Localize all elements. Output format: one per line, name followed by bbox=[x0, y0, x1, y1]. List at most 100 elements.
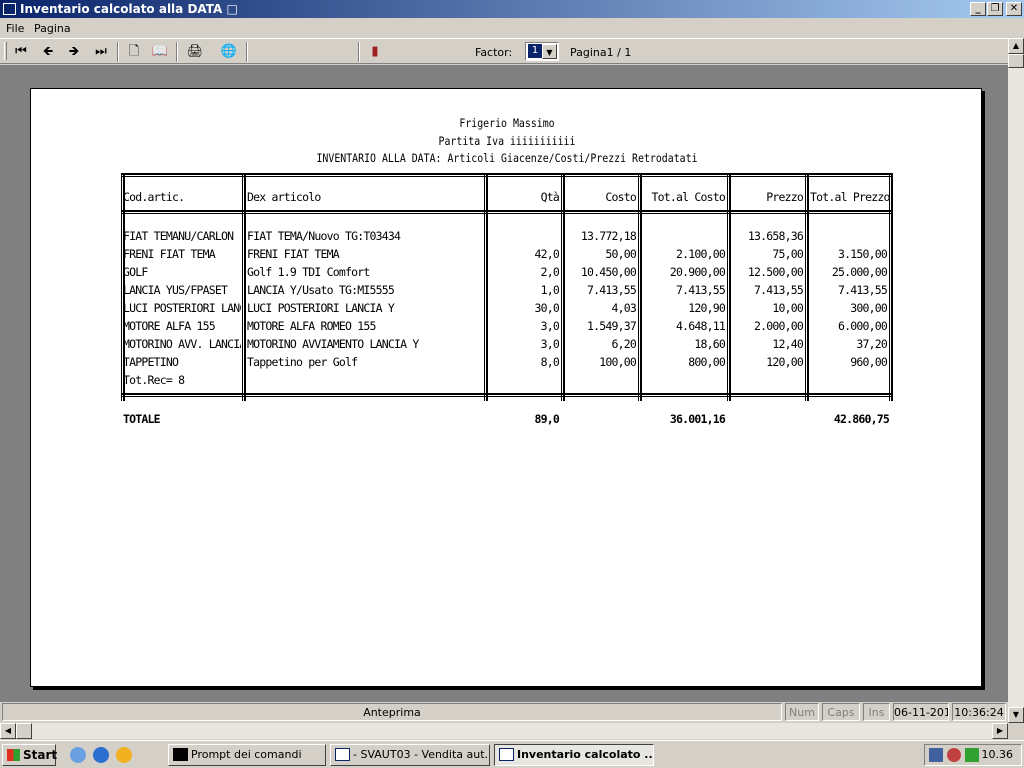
cell-desc: LANCIA Y/Usato TG:MI5555 bbox=[247, 283, 395, 297]
table-rule bbox=[889, 173, 893, 401]
cell-price: 120,00 bbox=[766, 355, 803, 369]
cell-qty: 8,0 bbox=[540, 355, 559, 369]
cell-desc: LUCI POSTERIORI LANCIA Y bbox=[247, 301, 395, 315]
cell-qty: 2,0 bbox=[540, 265, 559, 279]
scroll-thumb[interactable] bbox=[1008, 54, 1024, 68]
status-time: 10:36:24 bbox=[952, 703, 1006, 721]
toolbar: ⏮ 🡸 🡺 ⏭ 🗋 📖 🖨 🌐 ▮ Factor: 1 ▼ Pagina1 / … bbox=[0, 38, 1008, 64]
print-icon[interactable]: 🖨 bbox=[184, 42, 206, 62]
network-icon[interactable] bbox=[929, 748, 943, 762]
preview-area: Frigerio Massimo Partita Iva iiiiiiiiiii… bbox=[0, 65, 1008, 702]
cell-code: MOTORINO AVV. LANCIA bbox=[123, 337, 241, 351]
exit-door-icon[interactable]: ▮ bbox=[364, 42, 386, 62]
app-icon[interactable] bbox=[3, 3, 16, 15]
cell-tot-price: 300,00 bbox=[850, 301, 887, 315]
system-tray: 10.36 bbox=[924, 744, 1022, 766]
cell-tot-price: 37,20 bbox=[856, 337, 887, 351]
cell-price: 12,40 bbox=[772, 337, 803, 351]
title-bar: Inventario calcolato alla DATA □ _ ❐ ✕ bbox=[0, 0, 1024, 18]
cell-tot-price: 6.000,00 bbox=[838, 319, 887, 333]
total-qty: 89,0 bbox=[534, 412, 560, 426]
cell-price: 13.658,36 bbox=[747, 229, 803, 243]
scroll-thumb[interactable] bbox=[16, 723, 32, 739]
cell-tot-price: 7.413,55 bbox=[838, 283, 887, 297]
cell-cost: 1.549,37 bbox=[587, 319, 636, 333]
cell-price: 10,00 bbox=[772, 301, 803, 315]
close-button[interactable]: ✕ bbox=[1006, 2, 1022, 16]
horizontal-scrollbar[interactable]: ◀ ▶ bbox=[0, 723, 1008, 739]
cell-price: 7.413,55 bbox=[754, 283, 803, 297]
report-title: INVENTARIO ALLA DATA: Articoli Giacenze/… bbox=[316, 151, 698, 165]
export-icon[interactable]: 🌐 bbox=[218, 42, 240, 62]
tray-app-icon[interactable] bbox=[965, 748, 979, 762]
cell-qty: 3,0 bbox=[540, 337, 559, 351]
task-svaut03[interactable]: - SVAUT03 - Vendita aut... bbox=[330, 744, 490, 766]
col-header-tot-price: Tot.al Prezzo bbox=[810, 190, 890, 204]
next-page-icon[interactable]: 🡺 bbox=[63, 42, 85, 62]
window-title: Inventario calcolato alla DATA □ bbox=[20, 2, 238, 16]
cell-tot-price: 3.150,00 bbox=[838, 247, 887, 261]
two-page-icon[interactable]: 📖 bbox=[149, 42, 171, 62]
scroll-up-icon[interactable]: ▲ bbox=[1008, 38, 1024, 54]
report-table: Cod.artic. Dex articolo Qtà Costo Tot.al… bbox=[121, 173, 893, 401]
total-label: TOTALE bbox=[123, 412, 161, 426]
toolbar-grip[interactable] bbox=[4, 42, 7, 60]
page-indicator: Pagina1 / 1 bbox=[570, 46, 632, 59]
cell-tot-cost: 7.413,55 bbox=[676, 283, 725, 297]
cell-tot-cost: 800,00 bbox=[688, 355, 725, 369]
cell-cost: 13.772,18 bbox=[580, 229, 636, 243]
status-date: 06-11-2015 bbox=[893, 703, 949, 721]
windows-logo-icon bbox=[7, 749, 20, 761]
cell-cost: 50,00 bbox=[605, 247, 636, 261]
col-header-qty: Qtà bbox=[540, 190, 560, 204]
table-rule bbox=[484, 173, 488, 401]
table-rule bbox=[242, 173, 246, 401]
menu-file[interactable]: File bbox=[6, 22, 24, 35]
menu-pagina[interactable]: Pagina bbox=[34, 22, 71, 35]
restore-button[interactable]: ❐ bbox=[987, 2, 1003, 16]
start-button[interactable]: Start bbox=[2, 744, 58, 766]
factor-label: Factor: bbox=[475, 46, 513, 59]
start-label: Start bbox=[23, 748, 58, 762]
cell-tot-cost: 4.648,11 bbox=[676, 319, 725, 333]
prev-page-icon[interactable]: 🡸 bbox=[37, 42, 59, 62]
ie-icon[interactable] bbox=[93, 747, 109, 763]
scroll-right-icon[interactable]: ▶ bbox=[992, 723, 1008, 739]
vertical-scrollbar[interactable]: ▲ ▼ bbox=[1008, 38, 1024, 723]
taskbar-clock[interactable]: 10.36 bbox=[982, 748, 1014, 761]
window-icon bbox=[335, 748, 350, 761]
cell-desc: Tappetino per Golf bbox=[247, 355, 358, 369]
desktop-icon[interactable] bbox=[70, 747, 86, 763]
task-prompt[interactable]: Prompt dei comandi bbox=[168, 744, 326, 766]
total-price: 42.860,75 bbox=[833, 412, 890, 426]
col-header-price: Prezzo bbox=[766, 190, 804, 204]
status-mode: Anteprima bbox=[2, 703, 782, 721]
last-page-icon[interactable]: ⏭ bbox=[90, 42, 112, 62]
security-icon[interactable] bbox=[947, 748, 961, 762]
toolbar-separator bbox=[358, 42, 360, 62]
media-player-icon[interactable] bbox=[116, 747, 132, 763]
status-num: Num bbox=[785, 703, 819, 721]
factor-select[interactable]: 1 ▼ bbox=[525, 42, 559, 61]
minimize-button[interactable]: _ bbox=[970, 2, 986, 16]
toolbar-separator bbox=[246, 42, 248, 62]
col-header-desc: Dex articolo bbox=[247, 190, 321, 204]
cell-cost: 10.450,00 bbox=[580, 265, 636, 279]
chevron-down-icon[interactable]: ▼ bbox=[542, 44, 557, 59]
window-icon bbox=[499, 748, 514, 761]
col-header-cost: Costo bbox=[605, 190, 636, 204]
scroll-left-icon[interactable]: ◀ bbox=[0, 723, 16, 739]
taskbar: Start Prompt dei comandi - SVAUT03 - Ven… bbox=[0, 740, 1024, 768]
cell-price: 2.000,00 bbox=[754, 319, 803, 333]
cell-cost: 4,03 bbox=[611, 301, 637, 315]
cell-qty: 30,0 bbox=[534, 301, 560, 315]
scroll-down-icon[interactable]: ▼ bbox=[1008, 707, 1024, 723]
factor-value: 1 bbox=[528, 44, 542, 58]
cell-cost: 6,20 bbox=[611, 337, 637, 351]
first-page-icon[interactable]: ⏮ bbox=[10, 42, 32, 62]
task-inventario[interactable]: Inventario calcolato ... bbox=[494, 744, 654, 766]
single-page-icon[interactable]: 🗋 bbox=[123, 42, 145, 62]
cell-code: TAPPETINO bbox=[123, 355, 179, 369]
col-header-tot-cost: Tot.al Costo bbox=[651, 190, 726, 204]
table-rule bbox=[121, 173, 893, 177]
